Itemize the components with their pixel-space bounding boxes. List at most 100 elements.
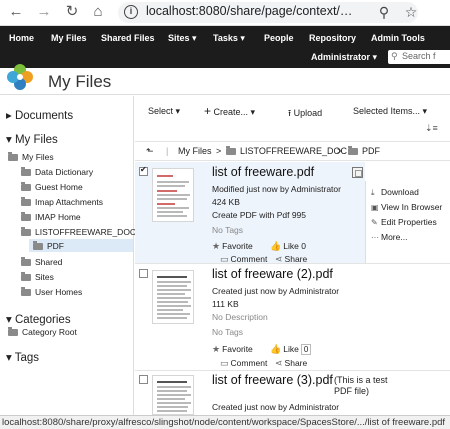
tree-item-sites[interactable]: Sites [21,272,54,282]
favorite-label: Favorite [222,344,253,354]
selected-items-menu[interactable]: Selected Items... ▾ [353,106,427,117]
search-icon: ⚲ [391,51,398,61]
like-count: 0 [300,344,312,355]
like-label: Like [283,241,299,251]
document-title[interactable]: list of freeware (3).pdf [212,373,333,387]
download-icon: ⤓ [371,188,375,197]
document-description: Create PDF with Pdf 995 [212,210,307,220]
nav-tasks[interactable]: Tasks ▾ [213,33,245,44]
document-thumbnail[interactable] [152,375,194,415]
sort-order-icon[interactable]: ⇣≡ [425,123,438,134]
upload-arrow-icon: ⭱ [288,108,292,118]
upload-button[interactable]: ⭱ Upload [288,106,322,122]
document-title[interactable]: list of freeware (2).pdf [212,267,333,281]
sidebar-categories-toggle[interactable]: ▾ Categories [6,312,71,326]
create-menu-button[interactable]: + Create... ▾ [204,104,255,118]
star-icon: ★ [212,344,221,354]
folder-icon [21,167,31,176]
folder-up-icon[interactable]: ⬑ [146,146,154,157]
share-label: Share [284,358,308,368]
comment-button[interactable]: ▭ Comment [220,358,267,369]
nav-people[interactable]: People [264,33,294,43]
browser-toolbar: ← → ↻ ⌂ i localhost:8080/share/page/cont… [0,0,450,26]
star-icon: ★ [212,241,221,251]
bookmark-star-icon[interactable]: ☆ [402,3,420,21]
breadcrumb-separator: > [337,146,343,156]
like-button[interactable]: 👍 Like 0 [270,241,306,252]
document-inline-description: (This is a test PDF file) [334,375,388,396]
comment-label: Comment [230,358,268,368]
reload-icon[interactable]: ↻ [62,2,82,22]
tree-item-pdf[interactable]: PDF [33,241,64,251]
tree-item-label: Sites [35,272,54,282]
tree-item-shared[interactable]: Shared [21,257,62,267]
document-title[interactable]: list of freeware.pdf [212,165,314,179]
folder-icon [226,146,236,155]
breadcrumb-listoffreeware-doc[interactable]: LISTOFFREEWARE_DOC [226,146,347,156]
create-label: Create... ▾ [213,107,256,117]
nav-my-files[interactable]: My Files [51,33,87,43]
nav-admin-tools[interactable]: Admin Tools [371,33,425,43]
url-text[interactable]: localhost:8080/share/page/context/mine/m… [146,4,360,18]
share-button[interactable]: ⋖ Share [275,358,307,369]
folder-icon [21,212,31,221]
breadcrumb-label: LISTOFFREEWARE_DOC [240,146,348,156]
document-tags: No Tags [212,225,244,235]
breadcrumb-label: PDF [362,146,380,156]
back-arrow-icon[interactable]: ← [6,2,26,22]
thumbs-up-icon: 👍 [270,241,282,251]
action-edit-properties[interactable]: ✎ Edit Properties [371,217,437,227]
tree-item-imap-attachments[interactable]: Imap Attachments [21,197,103,207]
browser-window-icon: ▣ [371,203,379,212]
sidebar-documents-toggle[interactable]: ▸ Documents [6,108,73,122]
tree-item-guest-home[interactable]: Guest Home [21,182,83,192]
user-menu[interactable]: Administrator ▾ [311,52,377,63]
document-description: No Description [212,312,268,322]
tree-item-label: PDF [47,241,64,251]
tree-item-imap-home[interactable]: IMAP Home [21,212,81,222]
sidebar-my-files-toggle[interactable]: ▾ My Files [6,132,58,146]
more-dots-icon: ··· [371,233,379,242]
site-info-icon[interactable]: i [124,5,138,19]
action-download[interactable]: ⤓ Download [371,187,419,198]
breadcrumb-separator: > [216,146,222,156]
sidebar-tags-toggle[interactable]: ▾ Tags [6,350,39,364]
row-checkbox[interactable] [139,375,148,384]
favorite-button[interactable]: ★ Favorite [212,241,253,252]
row-checkbox[interactable] [139,165,148,176]
nav-repository[interactable]: Repository [309,33,356,43]
document-thumbnail[interactable] [152,270,194,324]
row-divider [135,370,450,371]
nav-sites[interactable]: Sites ▾ [168,33,197,44]
document-tags: No Tags [212,327,244,337]
breadcrumb-my-files[interactable]: My Files [178,146,212,156]
tree-item-data-dictionary[interactable]: Data Dictionary [21,167,93,177]
search-input[interactable]: ⚲ Search f [388,50,450,64]
tree-item-user-homes[interactable]: User Homes [21,287,82,297]
folder-icon [33,241,43,250]
document-size: 111 KB [212,299,239,309]
nav-home[interactable]: Home [9,33,34,43]
favorite-button[interactable]: ★ Favorite [212,344,253,355]
zoom-search-icon[interactable]: ⚲ [375,3,393,21]
tree-item-listoffreeware-doc[interactable]: LISTOFFREEWARE_DOC [21,227,136,237]
tree-item-my-files[interactable]: My Files [8,152,54,162]
nav-shared-files[interactable]: Shared Files [101,33,155,43]
tree-item-label: Imap Attachments [35,197,104,207]
folder-icon [8,152,18,161]
forward-arrow-icon[interactable]: → [34,2,54,22]
select-menu-button[interactable]: Select ▾ [148,106,180,117]
action-view-in-browser[interactable]: ▣ View In Browser [371,202,442,212]
row-checkbox[interactable] [139,269,148,278]
favorite-label: Favorite [222,241,253,251]
view-in-browser-icon[interactable] [352,167,363,178]
document-thumbnail[interactable] [152,168,194,222]
home-icon[interactable]: ⌂ [88,2,108,22]
status-url: localhost:8080/share/proxy/alfresco/slin… [2,417,446,428]
tree-item-category-root[interactable]: Category Root [8,327,77,337]
folder-icon [21,272,31,281]
like-button[interactable]: 👍 Like 0 [270,344,312,355]
tree-item-label: IMAP Home [35,212,81,222]
action-more[interactable]: ··· More... [371,232,407,242]
breadcrumb-pdf[interactable]: PDF [348,146,380,156]
